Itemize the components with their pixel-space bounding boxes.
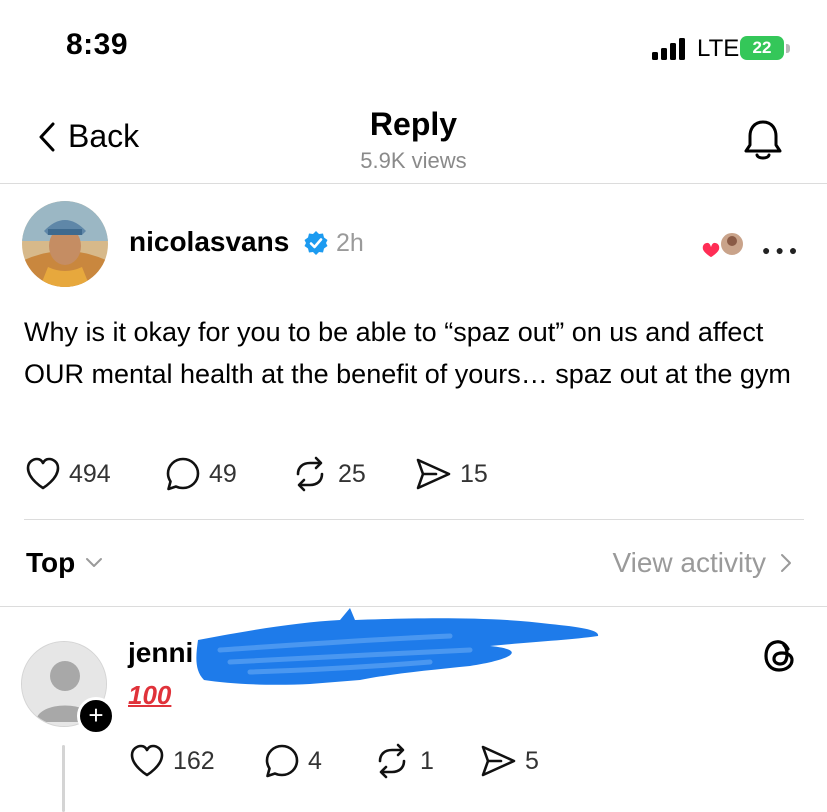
like-count: 494 [69, 459, 111, 488]
repost-button[interactable]: 25 [290, 456, 414, 492]
reply-reply-button[interactable]: 4 [264, 743, 372, 779]
redaction-scribble [196, 608, 599, 685]
share-count: 15 [460, 459, 488, 488]
heart-icon [130, 744, 164, 777]
comment-icon [265, 744, 299, 778]
author-username[interactable]: nicolasvans [129, 226, 289, 258]
view-activity-link[interactable]: View activity [612, 547, 792, 579]
thread-line [62, 745, 65, 812]
battery-icon: 22 [740, 36, 790, 62]
status-time: 8:39 [66, 28, 129, 61]
like-button[interactable]: 494 [25, 457, 165, 491]
reply-repost-button[interactable]: 1 [372, 743, 479, 779]
author-avatar[interactable] [22, 201, 108, 287]
verified-badge-icon [304, 231, 328, 255]
views-count: 5.9K views [360, 148, 467, 173]
chevron-right-icon [781, 554, 791, 572]
signal-bars-icon [652, 38, 685, 60]
repost-count: 25 [338, 459, 366, 488]
repost-icon [378, 743, 406, 779]
post-actions: 494 49 25 15 [25, 456, 514, 492]
repost-icon [296, 456, 324, 492]
reply-share-count: 5 [525, 746, 539, 775]
battery-level: 22 [752, 38, 772, 57]
reply-count: 49 [209, 459, 237, 488]
send-icon [481, 745, 516, 777]
share-button[interactable]: 15 [414, 457, 514, 491]
comment-icon [166, 457, 200, 491]
page-title: Reply [369, 106, 458, 142]
reply-like-count: 162 [173, 746, 215, 775]
reply-username[interactable]: jenni [128, 637, 193, 669]
liked-by-author-icon [701, 231, 745, 259]
post-divider [24, 519, 804, 520]
reply-like-button[interactable]: 162 [129, 744, 264, 778]
reply-share-button[interactable]: 5 [479, 744, 559, 778]
header-divider [0, 183, 827, 184]
more-options-icon[interactable]: ●●● [762, 242, 802, 258]
network-type: LTE [697, 35, 740, 62]
sort-dropdown[interactable]: Top [26, 547, 103, 579]
heart-icon [26, 457, 60, 490]
reply-repost-count: 1 [420, 746, 434, 775]
send-icon [416, 458, 451, 490]
hundred-points-emoji: 100 [128, 680, 172, 710]
view-activity-label: View activity [612, 547, 766, 578]
sort-label: Top [26, 547, 76, 578]
chevron-down-icon [86, 558, 103, 567]
bell-icon[interactable] [743, 118, 783, 162]
follow-plus-icon[interactable]: + [77, 697, 115, 735]
reply-button[interactable]: 49 [165, 456, 290, 492]
reply-actions: 162 4 1 5 [129, 743, 559, 779]
post-body: Why is it okay for you to be able to “sp… [24, 317, 791, 389]
threads-logo-icon[interactable] [763, 638, 797, 674]
post-time-ago: 2h [336, 229, 364, 257]
reply-reply-count: 4 [308, 746, 322, 775]
